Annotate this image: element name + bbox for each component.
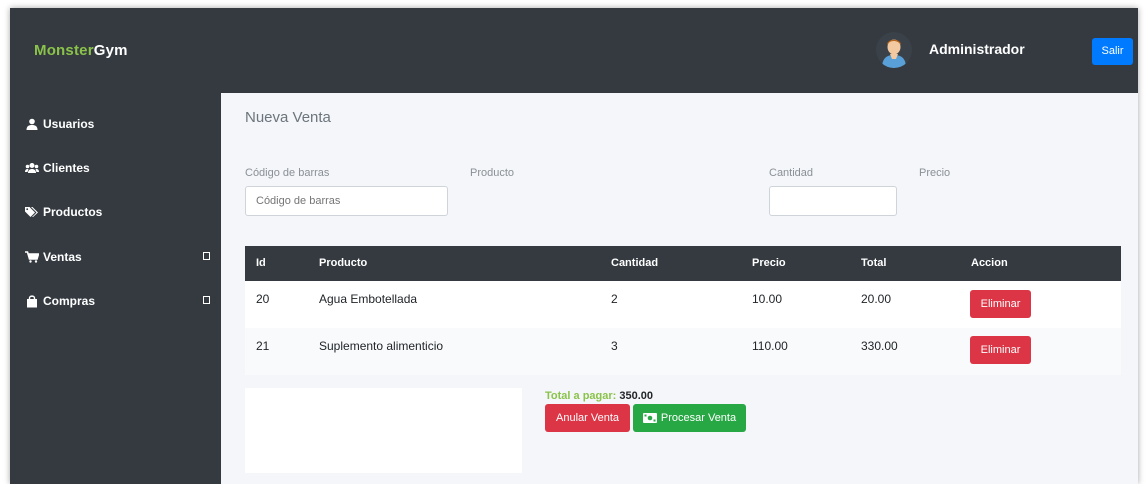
column-header-total: Total — [861, 257, 887, 269]
cancel-sale-button[interactable]: Anular Venta — [545, 404, 630, 432]
user-avatar-icon — [876, 32, 912, 68]
barcode-input[interactable] — [245, 186, 448, 216]
column-header-price: Precio — [752, 257, 786, 269]
submenu-toggle-icon[interactable] — [203, 296, 210, 304]
cell-total: 330.00 — [861, 339, 898, 353]
brand-logo[interactable]: MonsterGym — [34, 42, 128, 59]
quantity-input[interactable] — [769, 186, 897, 216]
user-name[interactable]: Administrador — [929, 41, 1025, 57]
cart-icon — [25, 250, 39, 264]
cell-id: 20 — [256, 292, 270, 306]
logout-button[interactable]: Salir — [1092, 38, 1133, 65]
column-header-product: Producto — [319, 257, 368, 269]
submenu-toggle-icon[interactable] — [203, 252, 210, 260]
cell-price: 110.00 — [752, 339, 788, 353]
delete-button[interactable]: Eliminar — [970, 336, 1031, 364]
delete-button[interactable]: Eliminar — [970, 290, 1031, 318]
tags-icon — [25, 205, 39, 219]
table-row: 21 Suplemento alimenticio 3 110.00 330.0… — [245, 328, 1121, 375]
total-value: 350.00 — [619, 390, 654, 402]
client-info-box — [245, 388, 522, 473]
sales-table: Id Producto Cantidad Precio Total Accion… — [245, 246, 1121, 375]
column-header-id: Id — [256, 257, 266, 269]
column-header-quantity: Cantidad — [611, 257, 659, 269]
sidebar-item-label: Usuarios — [43, 117, 95, 131]
cell-product: Agua Embotellada — [319, 292, 418, 306]
barcode-label: Código de barras — [245, 167, 330, 179]
cell-id: 21 — [256, 339, 270, 353]
sidebar-item-label: Clientes — [43, 161, 90, 175]
column-header-action: Accion — [971, 257, 1008, 269]
avatar[interactable] — [876, 32, 912, 68]
product-label: Producto — [470, 167, 515, 179]
brand-part-1: Monster — [34, 42, 94, 59]
quantity-label: Cantidad — [769, 167, 814, 179]
app-window: MonsterGym Administrador Salir Usuarios — [10, 8, 1138, 484]
money-bill-icon — [642, 413, 657, 423]
sidebar-item-productos[interactable]: Productos — [25, 203, 210, 221]
sidebar-item-compras[interactable]: Compras — [25, 292, 210, 310]
bag-icon — [25, 294, 39, 308]
sidebar-item-label: Ventas — [43, 250, 82, 264]
cell-price: 10.00 — [752, 292, 783, 306]
users-icon — [25, 161, 39, 175]
cell-quantity: 2 — [611, 292, 618, 306]
page-title: Nueva Venta — [245, 109, 331, 126]
top-navbar: MonsterGym Administrador Salir — [10, 8, 1138, 93]
main-content: Nueva Venta Código de barras Producto Ca… — [221, 93, 1138, 484]
brand-part-2: Gym — [93, 42, 128, 59]
total-label: Total a pagar: — [545, 390, 617, 402]
sidebar-item-ventas[interactable]: Ventas — [25, 248, 210, 266]
sidebar-item-usuarios[interactable]: Usuarios — [25, 115, 210, 133]
process-sale-button[interactable]: Procesar Venta — [633, 404, 746, 432]
process-sale-label: Procesar Venta — [660, 412, 737, 424]
table-row: 20 Agua Embotellada 2 10.00 20.00 Elimin… — [245, 281, 1121, 328]
total-to-pay: Total a pagar: 350.00 — [545, 390, 653, 402]
sidebar-item-label: Productos — [43, 205, 103, 219]
sidebar-item-label: Compras — [43, 294, 96, 308]
cell-product: Suplemento alimenticio — [319, 339, 444, 353]
table-header: Id Producto Cantidad Precio Total Accion — [245, 246, 1121, 281]
sidebar-item-clientes[interactable]: Clientes — [25, 159, 210, 177]
price-label: Precio — [919, 167, 951, 179]
user-icon — [25, 117, 39, 131]
cell-total: 20.00 — [861, 292, 892, 306]
cell-quantity: 3 — [611, 339, 618, 353]
sidebar: Usuarios Clientes Productos Ventas Compr… — [10, 93, 221, 484]
